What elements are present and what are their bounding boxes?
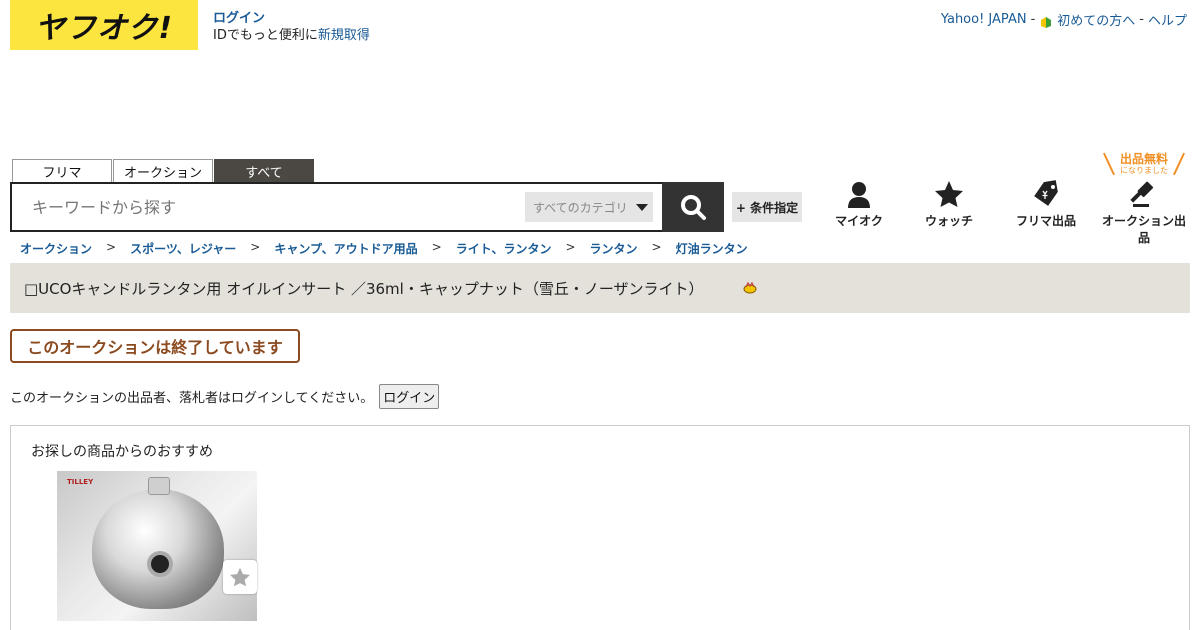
chevron-down-icon: [635, 203, 648, 211]
tab-all[interactable]: すべて: [214, 159, 314, 183]
breadcrumb-separator: >: [106, 240, 117, 254]
star-icon: [935, 181, 963, 207]
lantern-dome-shape: [92, 489, 224, 609]
login-box: ログイン IDでもっと便利に新規取得: [213, 10, 370, 44]
breadcrumb-separator: >: [565, 240, 576, 254]
first-time-link[interactable]: 初めての方へ: [1057, 10, 1135, 29]
login-sub-label: IDでもっと便利に: [213, 28, 318, 43]
nav-auction-listing[interactable]: オークション出品: [1098, 180, 1190, 246]
breadcrumb-item[interactable]: キャンプ、アウトドア用品: [274, 240, 417, 257]
help-link[interactable]: ヘルプ: [1148, 10, 1187, 29]
lantern-hole-shape: [147, 551, 173, 577]
breadcrumb-separator: >: [431, 240, 442, 254]
category-select[interactable]: すべてのカテゴリ: [525, 192, 653, 222]
login-sub-text: IDでもっと便利に新規取得: [213, 27, 370, 44]
item-brand-text: TILLEY: [67, 478, 94, 486]
search-icon: [681, 195, 706, 220]
logo-text: ヤフオク!: [34, 11, 174, 46]
top-link-separator: -: [1030, 12, 1036, 27]
breadcrumb: オークション > スポーツ、レジャー > キャンプ、アウトドア用品 > ライト、…: [20, 240, 748, 257]
free-listing-badge: 出品無料 になりました: [1103, 152, 1185, 178]
header-login-link[interactable]: ログイン: [213, 10, 370, 27]
nav-my-auction-label: マイオク: [835, 214, 883, 228]
top-links: Yahoo! JAPAN - 初めての方へ - ヘルプ: [941, 10, 1187, 29]
search-button[interactable]: [662, 182, 724, 232]
gavel-icon: [1130, 181, 1154, 207]
search-tabs: フリマ オークション すべて: [12, 159, 315, 183]
nav-my-auction[interactable]: マイオク: [814, 180, 904, 229]
beginner-leaf-icon: [1041, 16, 1052, 28]
recommendation-title: お探しの商品からのおすすめ: [31, 444, 213, 460]
login-message-text: このオークションの出品者、落札者はログインしてください。: [10, 391, 374, 406]
yahoo-japan-link[interactable]: Yahoo! JAPAN: [941, 12, 1027, 27]
auction-ended-label: このオークションは終了しています: [10, 329, 300, 363]
login-button[interactable]: ログイン: [379, 384, 440, 409]
nav-watch-label: ウォッチ: [924, 214, 973, 228]
yahuoku-logo[interactable]: ヤフオク!: [10, 0, 198, 50]
price-tag-icon: [1034, 180, 1058, 206]
signup-link[interactable]: 新規取得: [318, 28, 370, 43]
login-message: このオークションの出品者、落札者はログインしてください。 ログイン: [10, 384, 440, 409]
nav-flea-listing-label: フリマ出品: [1015, 214, 1076, 228]
lantern-knob-shape: [148, 477, 170, 495]
search-box: すべてのカテゴリ: [10, 182, 724, 232]
breadcrumb-item[interactable]: 灯油ランタン: [676, 240, 748, 257]
item-title-bar: □UCOキャンドルランタン用 オイルインサート ／36ml・キャップナット（雪丘…: [10, 263, 1190, 313]
breadcrumb-item[interactable]: ライト、ランタン: [456, 240, 552, 257]
category-select-label: すべてのカテゴリ: [533, 200, 628, 215]
recommended-item-image[interactable]: TILLEY: [57, 471, 257, 621]
recommendation-panel: お探しの商品からのおすすめ TILLEY: [10, 425, 1190, 630]
tab-flea[interactable]: フリマ: [12, 159, 112, 183]
rating-badge-icon: [743, 281, 757, 294]
person-icon: [848, 182, 870, 208]
item-title: □UCOキャンドルランタン用 オイルインサート ／36ml・キャップナット（雪丘…: [24, 279, 704, 298]
free-badge-sub: になりました: [1120, 166, 1168, 175]
breadcrumb-item[interactable]: ランタン: [590, 240, 638, 257]
tab-auction[interactable]: オークション: [113, 159, 213, 183]
star-icon: [230, 567, 250, 587]
nav-auction-listing-label: オークション出品: [1101, 214, 1186, 245]
condition-button[interactable]: + 条件指定: [732, 192, 802, 222]
free-badge-main: 出品無料: [1119, 152, 1168, 166]
nav-flea-listing[interactable]: フリマ出品: [1001, 180, 1091, 229]
top-link-separator: -: [1139, 12, 1144, 27]
breadcrumb-separator: >: [651, 240, 662, 254]
breadcrumb-item[interactable]: スポーツ、レジャー: [130, 240, 236, 257]
nav-watch[interactable]: ウォッチ: [904, 180, 994, 229]
watch-star-button[interactable]: [223, 560, 257, 594]
breadcrumb-item[interactable]: オークション: [20, 240, 92, 257]
breadcrumb-separator: >: [250, 240, 261, 254]
